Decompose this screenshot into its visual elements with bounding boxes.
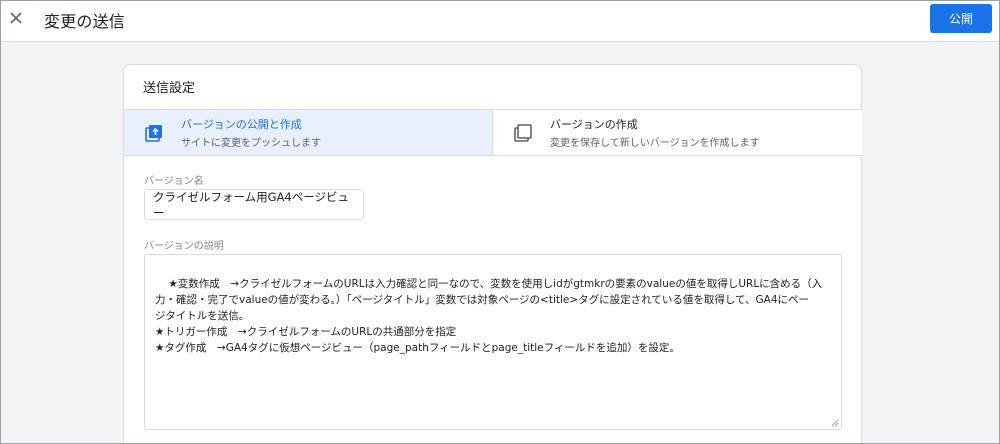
option-create-version[interactable]: バージョンの作成 変更を保存して新しいバージョンを作成します — [492, 109, 862, 156]
option-title: バージョンの作成 — [550, 118, 638, 131]
card-title: 送信設定 — [143, 81, 196, 96]
option-subtitle: 変更を保存して新しいバージョンを作成します — [550, 138, 760, 149]
page-title: 変更の送信 — [44, 12, 126, 31]
option-publish-and-create[interactable]: バージョンの公開と作成 サイトに変更をプッシュします — [124, 109, 493, 156]
version-description-textarea[interactable]: ★変数作成 →クライゼルフォームのURLは入力確認と同一なので、変数を使用しid… — [144, 254, 842, 430]
version-description-label: バージョンの説明 — [144, 241, 224, 252]
version-description-text: ★変数作成 →クライゼルフォームのURLは入力確認と同一なので、変数を使用しid… — [155, 278, 823, 354]
close-icon — [10, 12, 22, 24]
top-bar: 変更の送信 公開 — [0, 0, 1000, 42]
resize-handle-icon[interactable] — [831, 419, 839, 427]
version-name-input[interactable]: クライゼルフォーム用GA4ページビュー — [144, 189, 364, 220]
version-name-label: バージョン名 — [144, 176, 204, 187]
close-button[interactable] — [6, 8, 26, 28]
option-title: バージョンの公開と作成 — [181, 118, 302, 131]
publish-button[interactable]: 公開 — [930, 4, 992, 33]
copy-icon — [513, 123, 533, 143]
option-subtitle: サイトに変更をプッシュします — [181, 138, 321, 149]
publish-icon — [144, 123, 164, 143]
submission-settings-card: 送信設定 バージョンの公開と作成 サイトに変更をプッシュします バージョンの作成… — [123, 64, 862, 444]
